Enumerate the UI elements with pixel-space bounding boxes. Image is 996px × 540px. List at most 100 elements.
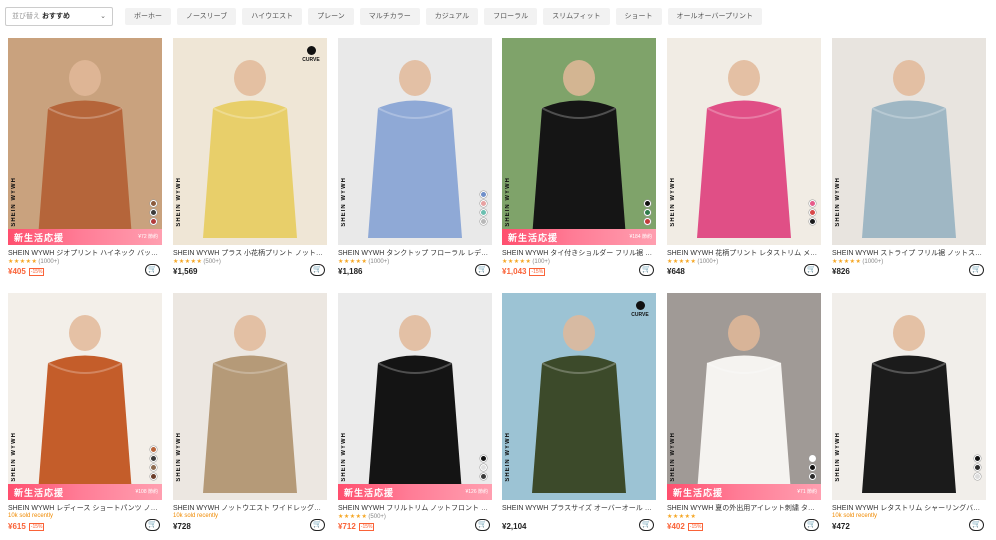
price-value: ¥1,186 bbox=[338, 267, 363, 276]
product-card[interactable]: SHEIN WYWH 新生活応援 ¥184 節約 SHEIN WYWH タイ付きショル… bbox=[502, 38, 656, 283]
product-title[interactable]: SHEIN WYWH ジオプリント ハイネック バッ… bbox=[8, 248, 162, 258]
color-swatch[interactable] bbox=[480, 209, 487, 216]
cart-plus-icon[interactable]: 🛒 bbox=[969, 519, 984, 531]
color-swatch[interactable] bbox=[480, 455, 487, 462]
color-swatch[interactable] bbox=[809, 218, 816, 225]
cart-plus-icon[interactable]: 🛒 bbox=[804, 519, 819, 531]
product-card[interactable]: SHEIN WYWH SHEIN WYWH タンクトップ フローラル レデ… ★★★… bbox=[338, 38, 492, 283]
color-swatch[interactable] bbox=[809, 473, 816, 480]
color-swatch[interactable] bbox=[480, 473, 487, 480]
product-card[interactable]: SHEIN WYWH CURVE SHEIN WYWH プラス 小花柄プリント ノッ… bbox=[173, 38, 327, 283]
color-swatch[interactable] bbox=[809, 464, 816, 471]
product-image[interactable]: SHEIN WYWH bbox=[832, 38, 986, 245]
color-swatch[interactable] bbox=[809, 200, 816, 207]
color-swatch[interactable] bbox=[150, 464, 157, 471]
discount-badge: -15% bbox=[529, 268, 546, 276]
color-swatch[interactable] bbox=[480, 464, 487, 471]
product-image[interactable]: SHEIN WYWH 新生活応援 ¥72 節約 bbox=[8, 38, 162, 245]
cart-plus-icon[interactable]: 🛒 bbox=[310, 519, 325, 531]
color-swatch[interactable] bbox=[974, 455, 981, 462]
cart-plus-icon[interactable]: 🛒 bbox=[310, 264, 325, 276]
filter-chip[interactable]: フローラル bbox=[484, 8, 538, 25]
filter-chip[interactable]: ハイウエスト bbox=[242, 8, 303, 25]
product-title[interactable]: SHEIN WYWH フリルトリム ノットフロント … bbox=[338, 503, 492, 513]
brand-vertical-text: SHEIN WYWH bbox=[670, 432, 676, 482]
product-price: ¥728 bbox=[173, 522, 191, 531]
product-image[interactable]: SHEIN WYWH bbox=[173, 293, 327, 500]
color-swatch[interactable] bbox=[150, 455, 157, 462]
product-card[interactable]: SHEIN WYWH 新生活応援 ¥71 節約 SHEIN WYWH 夏の外出用アイレ… bbox=[667, 293, 821, 538]
rating-stars: ★★★★★(1000+) bbox=[832, 258, 883, 265]
product-title[interactable]: SHEIN WYWH 夏の外出用アイレット刺繍 タ… bbox=[667, 503, 821, 513]
product-image[interactable]: SHEIN WYWH bbox=[338, 38, 492, 245]
color-swatches bbox=[809, 200, 816, 225]
color-swatch[interactable] bbox=[644, 218, 651, 225]
product-title[interactable]: SHEIN WYWH ノットウエスト ワイドレッグ… bbox=[173, 503, 327, 513]
product-price: ¥648 bbox=[667, 267, 685, 276]
star-icons: ★★★★★ bbox=[173, 259, 203, 265]
product-image[interactable]: SHEIN WYWH 新生活応援 ¥108 節約 bbox=[8, 293, 162, 500]
product-card[interactable]: SHEIN WYWH SHEIN WYWH ノットウエスト ワイドレッグ… 10k … bbox=[173, 293, 327, 538]
color-swatch[interactable] bbox=[480, 191, 487, 198]
cart-plus-icon[interactable]: 🛒 bbox=[639, 519, 654, 531]
product-grid: SHEIN WYWH 新生活応援 ¥72 節約 SHEIN WYWH ジオプリント ハ… bbox=[8, 38, 992, 538]
promo-savings: ¥72 節約 bbox=[138, 234, 158, 240]
color-swatch[interactable] bbox=[809, 209, 816, 216]
cart-plus-icon[interactable]: 🛒 bbox=[145, 519, 160, 531]
color-swatch[interactable] bbox=[150, 209, 157, 216]
product-card[interactable]: SHEIN WYWH 新生活応援 ¥72 節約 SHEIN WYWH ジオプリント ハ… bbox=[8, 38, 162, 283]
product-title[interactable]: SHEIN WYWH タイ付きショルダー フリル裾 … bbox=[502, 248, 656, 258]
filter-chip[interactable]: カジュアル bbox=[425, 8, 479, 25]
color-swatches bbox=[809, 455, 816, 480]
color-swatch[interactable] bbox=[809, 455, 816, 462]
product-image[interactable]: SHEIN WYWH 新生活応援 ¥126 節約 bbox=[338, 293, 492, 500]
product-title[interactable]: SHEIN WYWH タンクトップ フローラル レデ… bbox=[338, 248, 492, 258]
product-image[interactable]: SHEIN WYWH CURVE bbox=[502, 293, 656, 500]
cart-plus-icon[interactable]: 🛒 bbox=[969, 264, 984, 276]
product-price: ¥712 -15% bbox=[338, 522, 375, 531]
filter-chip[interactable]: オールオーバープリント bbox=[667, 8, 763, 25]
promo-banner: 新生活応援 ¥184 節約 bbox=[502, 229, 656, 245]
star-icons: ★★★★★ bbox=[338, 259, 368, 265]
product-card[interactable]: SHEIN WYWH CURVE SHEIN WYWH プラスサイズ オーバーオール… bbox=[502, 293, 656, 538]
product-card[interactable]: SHEIN WYWH SHEIN WYWH 花柄プリント レタストリム メ… ★★★… bbox=[667, 38, 821, 283]
product-image[interactable]: SHEIN WYWH bbox=[832, 293, 986, 500]
product-image[interactable]: SHEIN WYWH bbox=[667, 38, 821, 245]
color-swatch[interactable] bbox=[150, 446, 157, 453]
cart-plus-icon[interactable]: 🛒 bbox=[145, 264, 160, 276]
filter-chip[interactable]: ショート bbox=[615, 8, 662, 25]
product-title[interactable]: SHEIN WYWH レタストリム シャーリングバ… bbox=[832, 503, 986, 513]
product-image[interactable]: SHEIN WYWH 新生活応援 ¥184 節約 bbox=[502, 38, 656, 245]
color-swatch[interactable] bbox=[480, 218, 487, 225]
product-title[interactable]: SHEIN WYWH プラスサイズ オーバーオール … bbox=[502, 503, 656, 513]
filter-chip[interactable]: スリムフィット bbox=[543, 8, 610, 25]
product-title[interactable]: SHEIN WYWH 花柄プリント レタストリム メ… bbox=[667, 248, 821, 258]
color-swatch[interactable] bbox=[150, 218, 157, 225]
product-image[interactable]: SHEIN WYWH CURVE bbox=[173, 38, 327, 245]
color-swatch[interactable] bbox=[974, 473, 981, 480]
filter-chip[interactable]: ボーホー bbox=[125, 8, 171, 25]
product-title[interactable]: SHEIN WYWH ストライプ フリル裾 ノットス… bbox=[832, 248, 986, 258]
color-swatch[interactable] bbox=[974, 464, 981, 471]
filter-chip[interactable]: ノースリーブ bbox=[177, 8, 237, 25]
product-title[interactable]: SHEIN WYWH プラス 小花柄プリント ノット… bbox=[173, 248, 327, 258]
product-card[interactable]: SHEIN WYWH 新生活応援 ¥126 節約 SHEIN WYWH フリルトリム … bbox=[338, 293, 492, 538]
filter-chip[interactable]: マルチカラー bbox=[359, 8, 420, 25]
color-swatch[interactable] bbox=[644, 200, 651, 207]
product-image[interactable]: SHEIN WYWH 新生活応援 ¥71 節約 bbox=[667, 293, 821, 500]
color-swatch[interactable] bbox=[480, 200, 487, 207]
sort-dropdown[interactable]: 並び替え おすすめ ⌄ bbox=[5, 7, 113, 26]
color-swatch[interactable] bbox=[150, 473, 157, 480]
product-card[interactable]: SHEIN WYWH 新生活応援 ¥108 節約 SHEIN WYWH レディース シ… bbox=[8, 293, 162, 538]
cart-plus-icon[interactable]: 🛒 bbox=[475, 264, 490, 276]
product-title[interactable]: SHEIN WYWH レディース ショートパンツ ノ… bbox=[8, 503, 162, 513]
cart-plus-icon[interactable]: 🛒 bbox=[475, 519, 490, 531]
cart-plus-icon[interactable]: 🛒 bbox=[639, 264, 654, 276]
product-card[interactable]: SHEIN WYWH SHEIN WYWH レタストリム シャーリングバ… 10k … bbox=[832, 293, 986, 538]
color-swatch[interactable] bbox=[150, 200, 157, 207]
filter-chip[interactable]: プレーン bbox=[308, 8, 354, 25]
color-swatch[interactable] bbox=[644, 209, 651, 216]
product-card[interactable]: SHEIN WYWH SHEIN WYWH ストライプ フリル裾 ノットス… ★★★… bbox=[832, 38, 986, 283]
cart-plus-icon[interactable]: 🛒 bbox=[804, 264, 819, 276]
brand-vertical-text: SHEIN WYWH bbox=[835, 177, 841, 227]
